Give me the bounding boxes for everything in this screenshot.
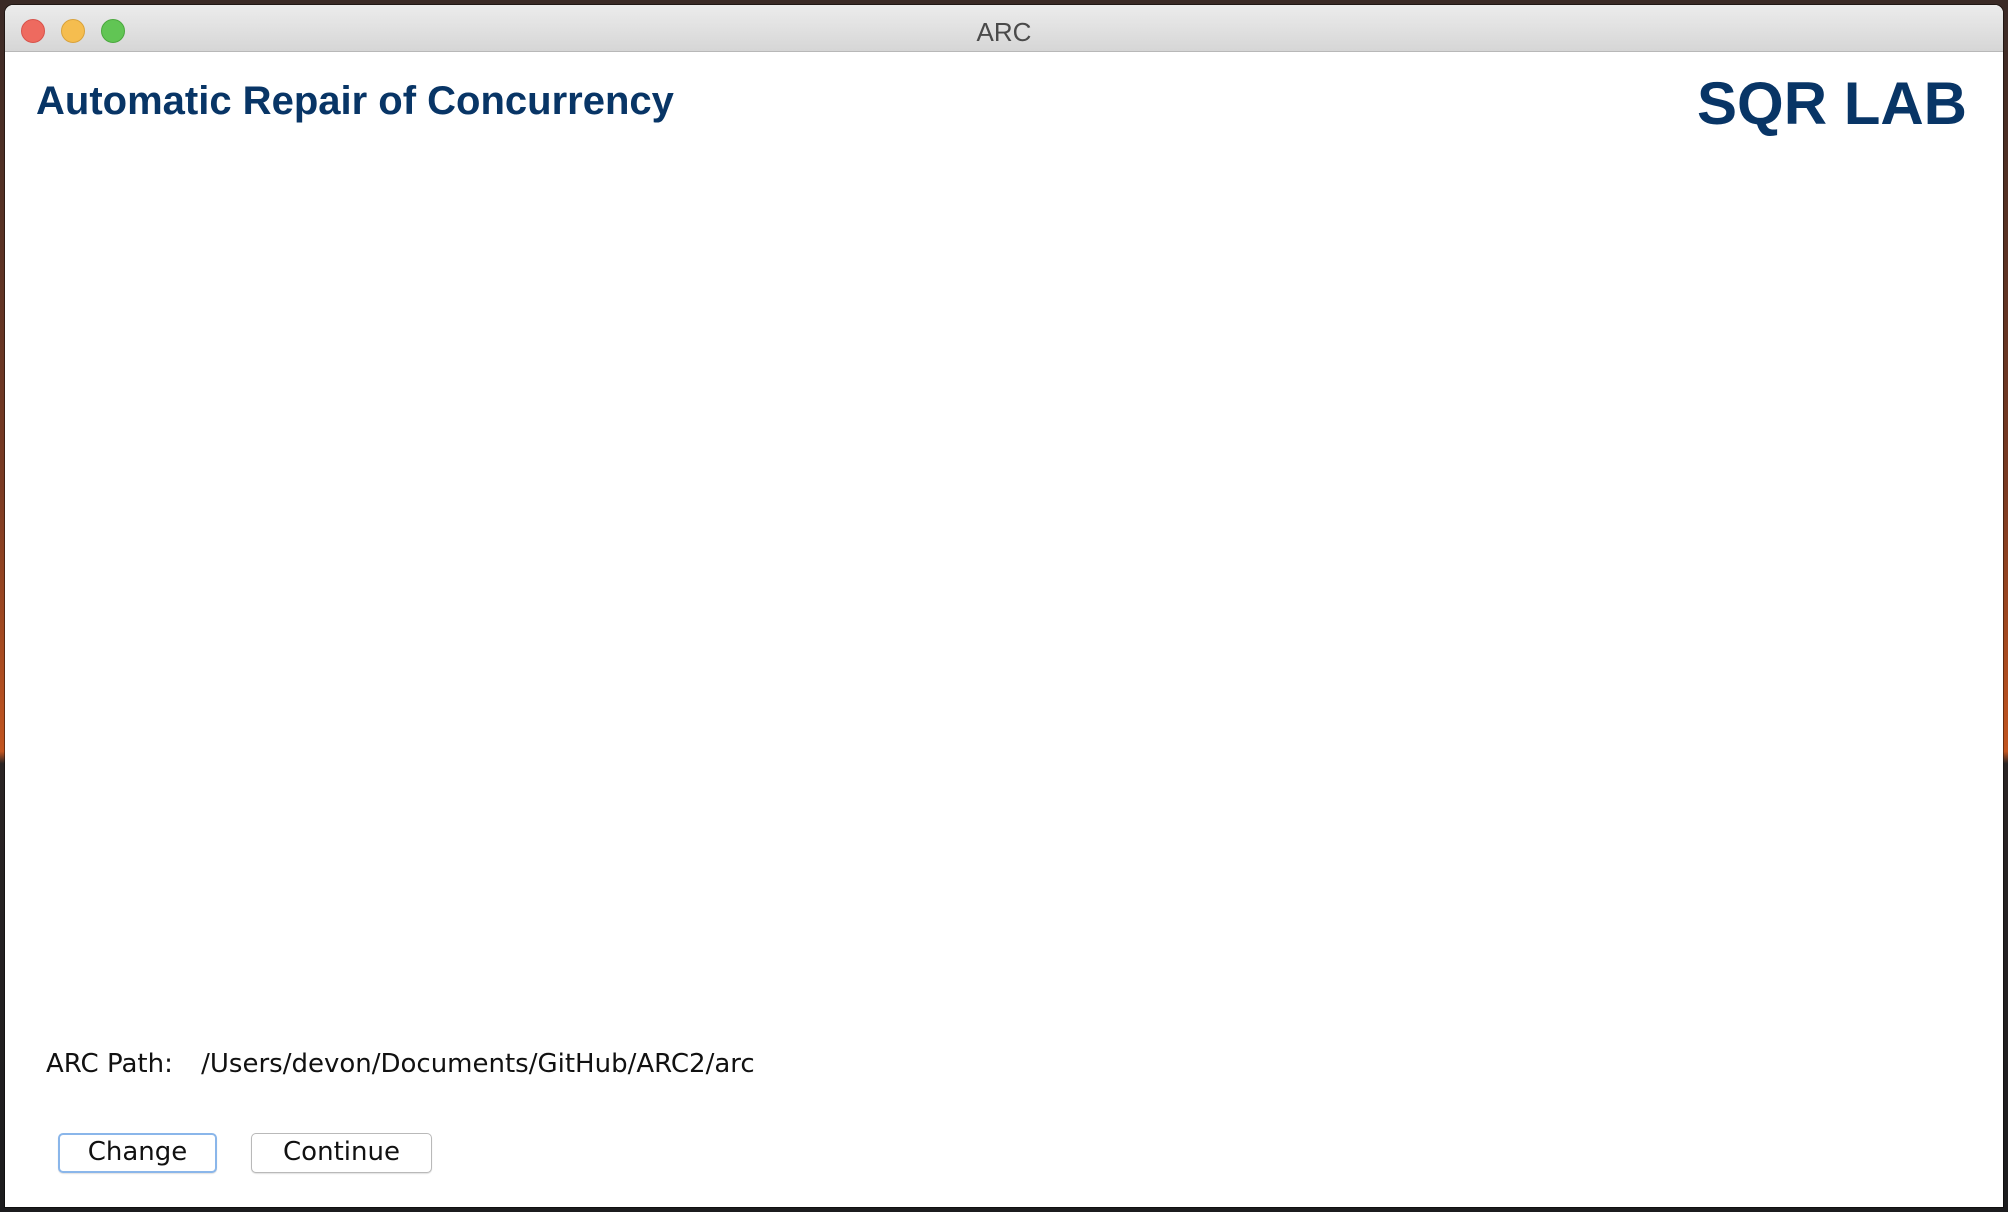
title-bar[interactable]: ARC [5,5,2003,52]
window-title: ARC [976,17,1032,47]
arc-path-label: ARC Path: [46,1049,173,1079]
change-button[interactable]: Change [58,1133,217,1173]
arc-path-row: ARC Path: /Users/devon/Documents/GitHub/… [46,1049,755,1079]
app-title: Automatic Repair of Concurrency [36,79,674,123]
continue-button[interactable]: Continue [251,1133,432,1173]
sqr-lab-logo: SQR LAB [1697,70,1967,137]
app-window: ARC Automatic Repair of Concurrency SQR … [5,5,2003,1207]
arc-path-value: /Users/devon/Documents/GitHub/ARC2/arc [201,1049,755,1079]
